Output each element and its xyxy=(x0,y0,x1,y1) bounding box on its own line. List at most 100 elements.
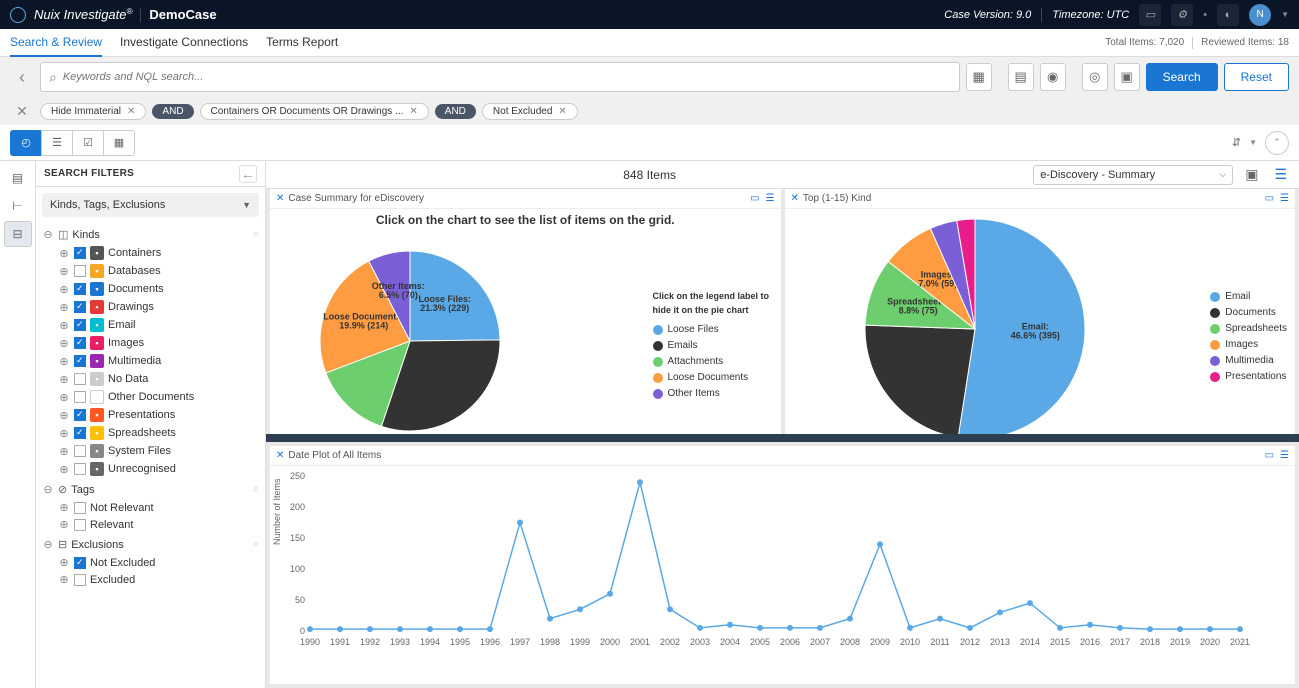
remove-pill-icon[interactable]: ✕ xyxy=(409,106,417,117)
avatar[interactable]: N xyxy=(1249,4,1271,26)
tree-item[interactable]: ⊕▪Spreadsheets xyxy=(42,424,259,442)
help-icon[interactable]: ◐ xyxy=(1217,4,1239,26)
tree-item[interactable]: ⊕Not Excluded xyxy=(42,554,259,571)
legend-item[interactable]: Images xyxy=(1210,337,1287,353)
menu-icon[interactable]: ☰ xyxy=(766,193,775,204)
close-icon[interactable]: ✕ xyxy=(276,193,284,204)
close-icon[interactable]: ✕ xyxy=(276,450,284,461)
checkbox[interactable] xyxy=(74,519,86,531)
checkbox[interactable] xyxy=(74,445,86,457)
legend-item[interactable]: Loose Files xyxy=(653,322,773,338)
gear-icon[interactable]: ⚙ xyxy=(1171,4,1193,26)
briefcase-icon[interactable]: ▭ xyxy=(1139,4,1161,26)
target-icon[interactable]: ◉ xyxy=(1040,63,1066,91)
checkbox[interactable] xyxy=(74,301,86,313)
line-chart[interactable]: 0501001502002501990199119921993199419951… xyxy=(270,466,1250,656)
tree-section-exclusions[interactable]: ⊖⊟Exclusions⌕ xyxy=(42,535,259,554)
remove-pill-icon[interactable]: ✕ xyxy=(127,106,135,117)
menu-icon[interactable]: ☰ xyxy=(1280,450,1289,461)
sidebar-collapse-button[interactable]: ← xyxy=(239,165,257,183)
calendar-icon[interactable]: ▦ xyxy=(966,63,992,91)
legend-item[interactable]: Attachments xyxy=(653,354,773,370)
tree-item[interactable]: ⊕▪Containers xyxy=(42,244,259,262)
tab-terms-report[interactable]: Terms Report xyxy=(266,29,338,57)
legend-item[interactable]: Other Items xyxy=(653,386,773,402)
checkbox[interactable] xyxy=(74,283,86,295)
view-grid-button[interactable]: ▦ xyxy=(103,130,135,156)
checkbox[interactable] xyxy=(74,463,86,475)
checkbox[interactable] xyxy=(74,557,86,569)
expand-icon[interactable]: ▭ xyxy=(1265,450,1274,461)
tree-item[interactable]: ⊕▪Documents xyxy=(42,280,259,298)
search-box[interactable]: ⌕ xyxy=(40,62,960,92)
pie-chart-1[interactable]: Loose Files:21.3% (229)Loose Documents:1… xyxy=(270,231,630,431)
menu-icon[interactable]: ☰ xyxy=(1270,166,1291,183)
chevron-down-icon[interactable]: ▼ xyxy=(1281,10,1289,19)
tree-item[interactable]: ⊕▪Email xyxy=(42,316,259,334)
filter-pill[interactable]: Not Excluded✕ xyxy=(482,103,578,120)
network-icon[interactable]: ⇵ xyxy=(1232,136,1241,149)
view-dashboard-button[interactable]: ◴ xyxy=(10,130,42,156)
checkbox[interactable] xyxy=(74,247,86,259)
expand-icon[interactable]: ▭ xyxy=(750,193,759,204)
reset-button[interactable]: Reset xyxy=(1224,63,1289,91)
legend-item[interactable]: Email xyxy=(1210,289,1287,305)
tree-item[interactable]: ⊕▪Presentations xyxy=(42,406,259,424)
checkbox[interactable] xyxy=(74,319,86,331)
tree-item[interactable]: ⊕Excluded xyxy=(42,571,259,588)
view-check-button[interactable]: ☑ xyxy=(72,130,104,156)
rail-tree-icon[interactable]: ⊢ xyxy=(4,193,32,219)
tab-investigate-connections[interactable]: Investigate Connections xyxy=(120,29,248,57)
legend-item[interactable]: Multimedia xyxy=(1210,353,1287,369)
view-list-button[interactable]: ☰ xyxy=(41,130,73,156)
close-icon[interactable]: ✕ xyxy=(791,193,799,204)
checkbox[interactable] xyxy=(74,502,86,514)
checkbox[interactable] xyxy=(74,427,86,439)
tree-item[interactable]: ⊕▪Multimedia xyxy=(42,352,259,370)
tree-item[interactable]: ⊕▪System Files xyxy=(42,442,259,460)
filter-pill[interactable]: Containers OR Documents OR Drawings ...✕ xyxy=(200,103,429,120)
checkbox[interactable] xyxy=(74,574,86,586)
checkbox[interactable] xyxy=(74,355,86,367)
menu-icon[interactable]: ☰ xyxy=(1280,193,1289,204)
tree-section-tags[interactable]: ⊖⊘Tags⌕ xyxy=(42,480,259,499)
tree-item[interactable]: ⊕▪Drawings xyxy=(42,298,259,316)
legend-item[interactable]: Documents xyxy=(1210,305,1287,321)
checkbox[interactable] xyxy=(74,409,86,421)
legend-item[interactable]: Emails xyxy=(653,338,773,354)
tree-item[interactable]: ⊕▪No Data xyxy=(42,370,259,388)
search-input[interactable] xyxy=(63,71,951,83)
panel-separator[interactable] xyxy=(266,434,1299,442)
chevron-down-icon[interactable]: ▼ xyxy=(1249,138,1257,147)
expand-icon[interactable]: ▭ xyxy=(1265,193,1274,204)
pie-chart-2[interactable]: Email:46.6% (395)Spreadsheets:8.8% (75)I… xyxy=(785,209,1165,434)
save-layout-icon[interactable]: ▣ xyxy=(1241,166,1262,183)
legend-item[interactable]: Presentations xyxy=(1210,369,1287,385)
collapse-panel-button[interactable]: ⌃ xyxy=(1265,131,1289,155)
tab-search-review[interactable]: Search & Review xyxy=(10,29,102,57)
results-view-selector[interactable]: e-Discovery - Summary⌵ xyxy=(1033,165,1233,185)
date-range-icon[interactable]: ▤ xyxy=(1008,63,1034,91)
search-button[interactable]: Search xyxy=(1146,63,1218,91)
tree-item[interactable]: ⊕▪Images xyxy=(42,334,259,352)
checkbox[interactable] xyxy=(74,373,86,385)
sidebar-filter-selector[interactable]: Kinds, Tags, Exclusions▼ xyxy=(42,193,259,217)
tree-item[interactable]: ⊕Not Relevant xyxy=(42,499,259,516)
tree-item[interactable]: ⊕▪Other Documents xyxy=(42,388,259,406)
checkbox[interactable] xyxy=(74,337,86,349)
back-button[interactable]: ‹ xyxy=(10,67,34,88)
filter-pill[interactable]: Hide Immaterial✕ xyxy=(40,103,146,120)
rail-doc-icon[interactable]: ▤ xyxy=(4,165,32,191)
legend-item[interactable]: Spreadsheets xyxy=(1210,321,1287,337)
tree-item[interactable]: ⊕▪Databases xyxy=(42,262,259,280)
rail-filter-icon[interactable]: ⊟ xyxy=(4,221,32,247)
remove-pill-icon[interactable]: ✕ xyxy=(558,106,566,117)
checkbox[interactable] xyxy=(74,391,86,403)
checkbox[interactable] xyxy=(74,265,86,277)
eye-icon[interactable]: ◎ xyxy=(1082,63,1108,91)
legend-item[interactable]: Loose Documents xyxy=(653,370,773,386)
clear-filters-button[interactable]: ✕ xyxy=(10,103,34,120)
tree-section-kinds[interactable]: ⊖◫Kinds⌕ xyxy=(42,225,259,244)
tree-item[interactable]: ⊕▪Unrecognised xyxy=(42,460,259,478)
tree-item[interactable]: ⊕Relevant xyxy=(42,516,259,533)
